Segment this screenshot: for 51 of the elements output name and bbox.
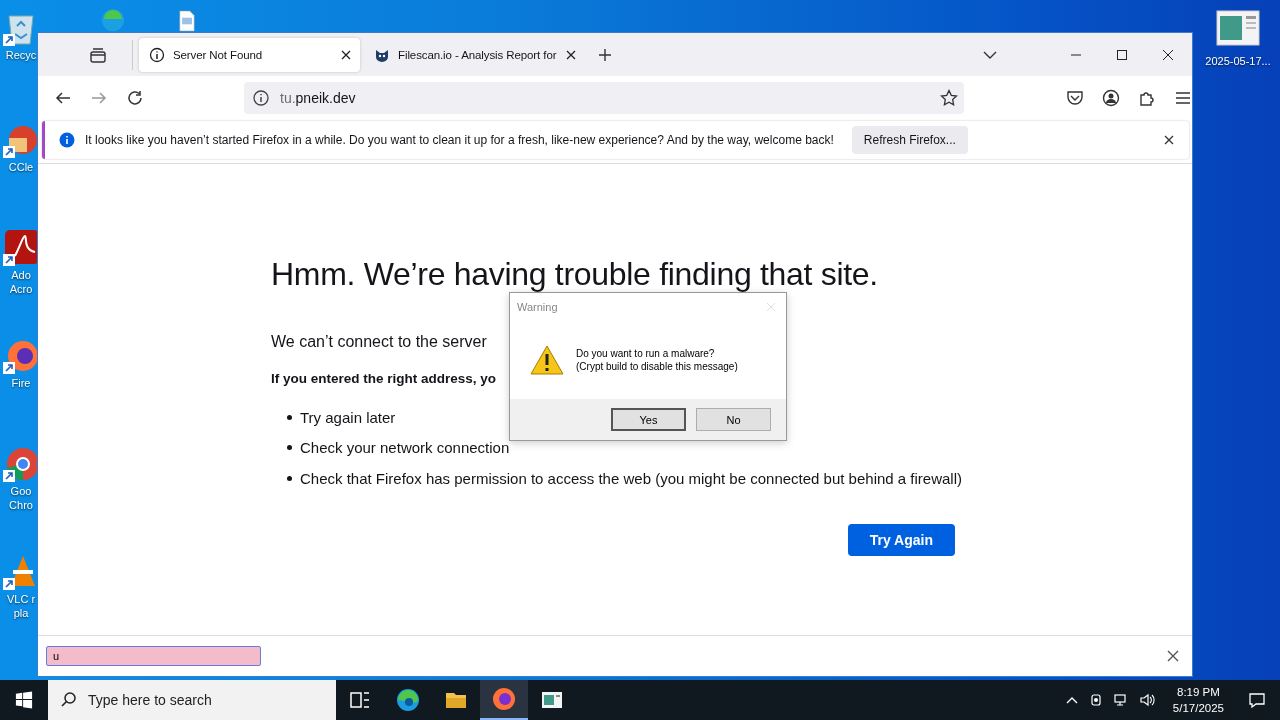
notification-text: It looks like you haven’t started Firefox in a while. Do you want to clean it up for a fresh, like-new experience? And by the way, welcome back! bbox=[85, 133, 834, 147]
find-field[interactable]: u bbox=[46, 646, 261, 666]
dialog-message: (Crypt build to disable this message) bbox=[576, 360, 738, 373]
close-icon[interactable] bbox=[1166, 649, 1180, 663]
error-title: Hmm. We’re having trouble finding that site. bbox=[271, 256, 878, 293]
clock[interactable]: 8:19 PM 5/17/2025 bbox=[1172, 684, 1224, 716]
shortcut-icon[interactable] bbox=[1, 228, 37, 268]
no-button[interactable]: No bbox=[696, 408, 771, 431]
image-file-icon[interactable] bbox=[1216, 10, 1260, 46]
new-tab-icon[interactable] bbox=[597, 46, 613, 63]
speaker-icon[interactable] bbox=[1138, 692, 1155, 708]
suggestion-text: Check that Firefox has permission to access the web (you might be connected but behind a firewall) bbox=[300, 469, 962, 487]
browser-tab[interactable]: Filescan.io - Analysis Report for bbox=[364, 37, 585, 72]
close-icon[interactable] bbox=[1162, 48, 1174, 61]
info-icon[interactable] bbox=[252, 88, 270, 107]
desktop-icon-label: VLC r pla bbox=[6, 592, 36, 620]
close-tab-icon[interactable] bbox=[565, 48, 577, 61]
error-hint: If you entered the right address, yo bbox=[271, 371, 497, 386]
desktop-icon-label: Goo Chro bbox=[9, 484, 33, 512]
desktop-icon-label: 2025-05-17... bbox=[1205, 54, 1271, 68]
desktop-icon-label: Ado Acro bbox=[9, 268, 33, 296]
suggestion-text: Check your network connection bbox=[300, 439, 510, 457]
address-bar[interactable]: tu.pneik.dev bbox=[244, 81, 964, 114]
reload-icon[interactable] bbox=[126, 88, 144, 107]
suggestion-text: Try again later bbox=[300, 408, 396, 426]
search-icon bbox=[60, 691, 78, 709]
account-icon[interactable] bbox=[1102, 88, 1120, 107]
info-icon bbox=[149, 46, 165, 63]
dialog-title: Warning bbox=[517, 301, 558, 313]
desktop-icon-label: Recyc bbox=[5, 48, 37, 62]
desktop-icon-label: CCle bbox=[8, 160, 34, 174]
maximize-icon[interactable] bbox=[1116, 48, 1128, 61]
error-description: We can’t connect to the server bbox=[271, 333, 487, 351]
close-icon[interactable] bbox=[1163, 134, 1175, 146]
refresh-firefox-button[interactable]: Refresh Firefox... bbox=[851, 126, 968, 154]
try-again-button[interactable]: Try Again bbox=[847, 523, 955, 556]
pocket-icon[interactable] bbox=[1066, 88, 1084, 107]
desktop-icon-label: Fire bbox=[11, 376, 31, 390]
yes-button[interactable]: Yes bbox=[611, 408, 686, 431]
browser-tab[interactable]: Server Not Found bbox=[139, 37, 360, 72]
network-icon[interactable] bbox=[1112, 692, 1129, 708]
info-icon bbox=[59, 132, 75, 148]
firefox-taskbar-icon[interactable] bbox=[480, 680, 528, 720]
close-tab-icon[interactable] bbox=[340, 48, 352, 61]
dialog-message: Do you want to run a malware? bbox=[576, 347, 716, 360]
star-icon[interactable] bbox=[940, 88, 958, 107]
warning-icon bbox=[530, 345, 564, 375]
notifications-icon[interactable] bbox=[1248, 691, 1266, 709]
windows-start-icon[interactable] bbox=[15, 691, 33, 709]
taskbar-search-field[interactable]: Type here to search bbox=[48, 680, 336, 720]
device-icon[interactable] bbox=[1088, 693, 1103, 707]
